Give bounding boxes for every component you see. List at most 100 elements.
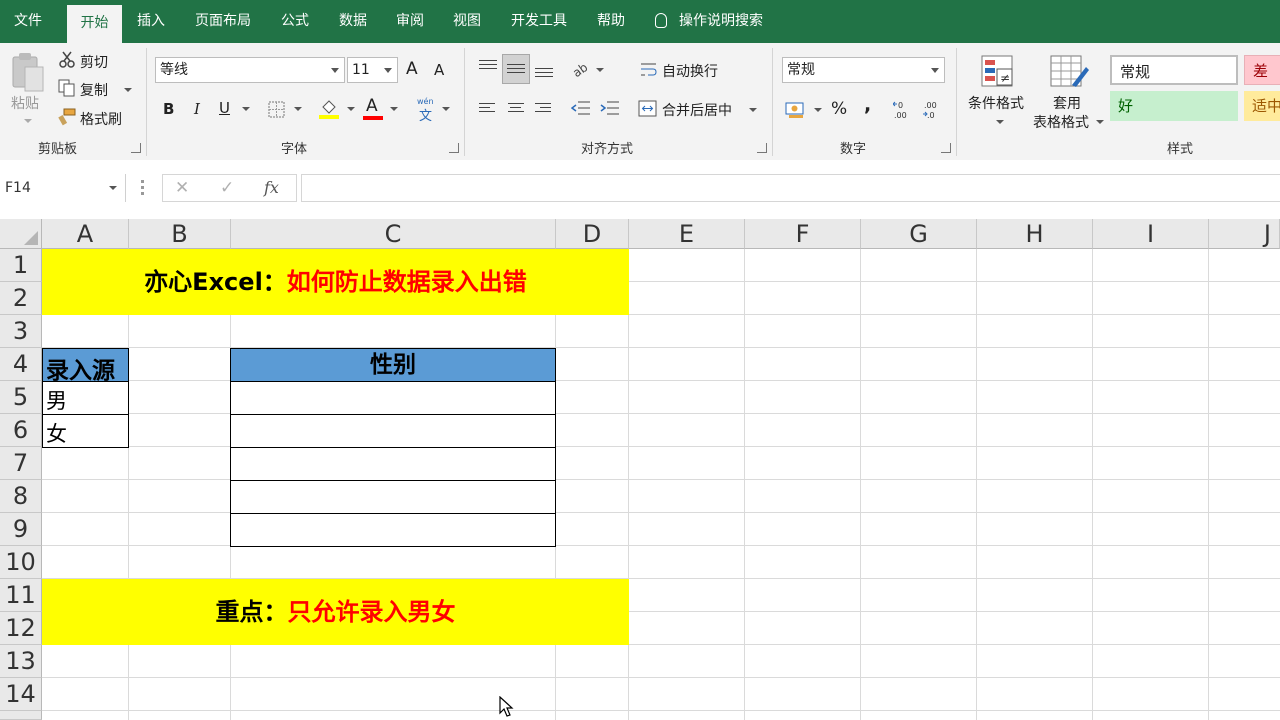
row-header-9[interactable]: 9 xyxy=(0,513,42,546)
underline-dropdown-icon[interactable] xyxy=(242,107,250,111)
row-header-13[interactable]: 13 xyxy=(0,645,42,678)
formula-input[interactable] xyxy=(301,174,1280,202)
phonetic-guide-button[interactable]: 文 xyxy=(419,105,432,124)
align-top-icon[interactable] xyxy=(479,57,499,79)
column-header-d[interactable]: D xyxy=(556,219,629,249)
tab-home[interactable]: 开始 xyxy=(67,5,122,43)
cancel-icon[interactable]: ✕ xyxy=(175,178,189,198)
conditional-formatting-icon[interactable]: ≠ xyxy=(981,55,1017,89)
column-header-i[interactable]: I xyxy=(1093,219,1209,249)
style-good[interactable]: 好 xyxy=(1110,91,1238,121)
text-orientation-icon[interactable]: ab xyxy=(570,59,591,80)
align-right-icon[interactable] xyxy=(535,100,555,120)
paste-dropdown-icon[interactable] xyxy=(24,119,32,123)
conditional-dropdown-icon[interactable] xyxy=(996,120,1004,124)
wrap-text-icon[interactable] xyxy=(640,61,658,79)
format-painter-icon[interactable] xyxy=(58,108,76,126)
borders-icon[interactable] xyxy=(268,101,286,119)
title-banner[interactable]: 亦心Excel：如何防止数据录入出错 xyxy=(42,249,629,315)
number-launcher-icon[interactable] xyxy=(941,143,951,153)
format-as-table-label-2[interactable]: 表格格式 xyxy=(1033,112,1089,132)
gender-input-cell[interactable] xyxy=(230,414,556,448)
tab-formulas[interactable]: 公式 xyxy=(272,0,318,43)
row-header-6[interactable]: 6 xyxy=(0,414,42,447)
alignment-launcher-icon[interactable] xyxy=(757,143,767,153)
column-header-j[interactable]: J xyxy=(1209,219,1280,249)
gender-header-cell[interactable]: 性别 xyxy=(230,348,556,382)
column-header-b[interactable]: B xyxy=(129,219,231,249)
borders-dropdown-icon[interactable] xyxy=(294,107,302,111)
name-box[interactable]: F14 xyxy=(0,174,126,202)
column-header-h[interactable]: H xyxy=(977,219,1093,249)
enter-icon[interactable]: ✓ xyxy=(220,178,234,198)
wrap-text-button[interactable]: 自动换行 xyxy=(662,61,718,81)
tab-page-layout[interactable]: 页面布局 xyxy=(186,0,260,43)
font-color-dropdown-icon[interactable] xyxy=(390,107,398,111)
merge-center-icon[interactable] xyxy=(638,100,658,118)
column-header-g[interactable]: G xyxy=(861,219,977,249)
copy-button[interactable]: 复制 xyxy=(80,80,108,100)
align-left-icon[interactable] xyxy=(479,100,499,120)
merge-center-button[interactable]: 合并后居中 xyxy=(662,100,732,120)
decrease-decimal-icon[interactable]: .00.0 xyxy=(922,99,942,121)
source-cell-2[interactable]: 女 xyxy=(42,414,129,448)
gender-input-cell[interactable] xyxy=(230,447,556,481)
row-header-2[interactable]: 2 xyxy=(0,282,42,315)
tab-data[interactable]: 数据 xyxy=(330,0,376,43)
row-header-8[interactable]: 8 xyxy=(0,480,42,513)
tab-file[interactable]: 文件 xyxy=(0,0,56,43)
tab-insert[interactable]: 插入 xyxy=(128,0,174,43)
insert-function-icon[interactable]: fx xyxy=(264,178,279,197)
paste-label[interactable]: 粘贴 xyxy=(11,93,39,113)
source-cell-1[interactable]: 男 xyxy=(42,381,129,415)
tab-help[interactable]: 帮助 xyxy=(588,0,634,43)
paste-icon[interactable] xyxy=(10,51,46,95)
row-header-3[interactable]: 3 xyxy=(0,315,42,348)
formula-bar-grip-icon[interactable] xyxy=(141,180,144,196)
column-header-a[interactable]: A xyxy=(42,219,129,249)
shrink-font-button[interactable]: A xyxy=(434,61,444,79)
row-header-15[interactable] xyxy=(0,711,42,720)
style-normal[interactable]: 常规 xyxy=(1110,55,1238,85)
align-middle-icon[interactable] xyxy=(502,54,530,84)
style-bad[interactable]: 差 xyxy=(1244,55,1280,85)
column-header-e[interactable]: E xyxy=(629,219,745,249)
note-banner[interactable]: 重点：只允许录入男女 xyxy=(42,579,629,645)
conditional-formatting-button[interactable]: 条件格式 xyxy=(968,93,1024,113)
source-header-cell[interactable]: 录入源 xyxy=(42,348,129,384)
gender-input-cell[interactable] xyxy=(230,480,556,514)
grow-font-button[interactable]: A xyxy=(406,59,418,79)
column-header-f[interactable]: F xyxy=(745,219,861,249)
style-neutral[interactable]: 适中 xyxy=(1244,91,1280,121)
underline-button[interactable]: U xyxy=(219,99,230,117)
fill-color-dropdown-icon[interactable] xyxy=(347,107,355,111)
merge-dropdown-icon[interactable] xyxy=(749,108,757,112)
accounting-dropdown-icon[interactable] xyxy=(814,108,822,112)
italic-button[interactable]: I xyxy=(194,100,200,118)
tab-view[interactable]: 视图 xyxy=(444,0,490,43)
bold-button[interactable]: B xyxy=(163,100,174,118)
column-header-c[interactable]: C xyxy=(231,219,556,249)
row-header-12[interactable]: 12 xyxy=(0,612,42,645)
comma-style-button[interactable]: , xyxy=(864,94,871,116)
orientation-dropdown-icon[interactable] xyxy=(596,68,604,72)
row-header-10[interactable]: 10 xyxy=(0,546,42,579)
format-painter-button[interactable]: 格式刷 xyxy=(80,109,122,129)
copy-icon[interactable] xyxy=(58,79,76,97)
number-format-select[interactable]: 常规 xyxy=(782,57,945,83)
row-header-7[interactable]: 7 xyxy=(0,447,42,480)
table-format-dropdown-icon[interactable] xyxy=(1096,120,1104,124)
tab-developer[interactable]: 开发工具 xyxy=(502,0,576,43)
gender-input-cell[interactable] xyxy=(230,381,556,415)
font-size-select[interactable]: 11 xyxy=(347,57,398,83)
increase-indent-icon[interactable] xyxy=(600,99,620,119)
row-header-14[interactable]: 14 xyxy=(0,678,42,711)
accounting-format-icon[interactable] xyxy=(785,100,807,120)
select-all-corner[interactable] xyxy=(0,219,42,249)
copy-dropdown-icon[interactable] xyxy=(124,88,132,92)
font-launcher-icon[interactable] xyxy=(449,143,459,153)
row-header-1[interactable]: 1 xyxy=(0,249,42,282)
font-color-button[interactable]: A xyxy=(366,96,378,116)
row-header-5[interactable]: 5 xyxy=(0,381,42,414)
format-as-table-label-1[interactable]: 套用 xyxy=(1053,93,1081,113)
